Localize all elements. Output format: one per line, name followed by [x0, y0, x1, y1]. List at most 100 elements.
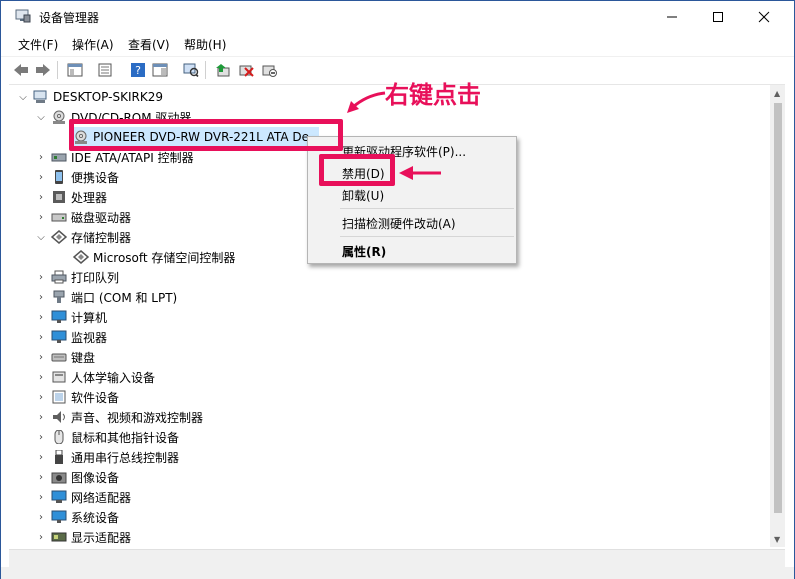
scroll-up-icon[interactable]: ▲: [774, 89, 780, 98]
tree-root[interactable]: ⌵ DESKTOP-SKIRK29: [17, 87, 163, 107]
scroll-down-icon[interactable]: ▼: [774, 535, 780, 544]
expand-arrow-icon[interactable]: ›: [35, 527, 47, 547]
expand-arrow-icon[interactable]: ›: [35, 487, 47, 507]
tree-item-storage-child[interactable]: Microsoft 存储空间控制器: [69, 247, 235, 267]
network-adapter-icon: [51, 490, 67, 504]
horizontal-scrollbar[interactable]: [9, 549, 785, 567]
annotation-arrow-icon: [399, 166, 441, 180]
tree-item-processor[interactable]: › 处理器: [35, 187, 107, 207]
expand-arrow-icon[interactable]: ›: [35, 187, 47, 207]
update-driver-icon[interactable]: [214, 61, 232, 79]
speaker-icon: [51, 410, 67, 424]
tree-root-label: DESKTOP-SKIRK29: [53, 90, 163, 104]
scroll-thumb[interactable]: [774, 103, 782, 513]
forward-icon[interactable]: [34, 61, 52, 79]
menu-file[interactable]: 文件(F): [18, 36, 58, 53]
expand-arrow-icon[interactable]: ›: [35, 347, 47, 367]
tree-item-label: 磁盘驱动器: [71, 210, 132, 225]
tree-item-ports[interactable]: › 端口 (COM 和 LPT): [35, 287, 177, 307]
tree-item-label: 网络适配器: [71, 490, 132, 505]
properties-icon[interactable]: [96, 61, 114, 79]
tree-item-imaging[interactable]: › 图像设备: [35, 467, 119, 487]
tree-item-monitor[interactable]: › 监视器: [35, 327, 107, 347]
annotation-right-click: 右键点击: [385, 80, 481, 109]
hid-icon: [51, 370, 67, 384]
tree-item-computer[interactable]: › 计算机: [35, 307, 107, 327]
expand-arrow-icon[interactable]: ›: [35, 367, 47, 387]
tree-item-label: 软件设备: [71, 390, 120, 405]
help-icon[interactable]: ?: [129, 61, 147, 79]
tree-item-storage[interactable]: ⌵ 存储控制器: [35, 227, 131, 247]
ide-controller-icon: [51, 150, 67, 164]
expand-arrow-icon[interactable]: ›: [35, 307, 47, 327]
tree-item-usb[interactable]: › 通用串行总线控制器: [35, 447, 179, 467]
expand-arrow-icon[interactable]: ›: [35, 287, 47, 307]
tree-item-software[interactable]: › 软件设备: [35, 387, 119, 407]
close-button[interactable]: [741, 1, 787, 32]
collapse-arrow-icon[interactable]: ⌵: [17, 87, 29, 107]
tree-item-label: 图像设备: [71, 470, 120, 485]
tree-item-label: 打印队列: [71, 270, 120, 285]
back-icon[interactable]: [12, 61, 30, 79]
printer-icon: [51, 270, 67, 284]
tree-item-hid[interactable]: › 人体学输入设备: [35, 367, 155, 387]
tree-item-label: 鼠标和其他指针设备: [71, 430, 180, 445]
port-icon: [51, 290, 67, 304]
highlight-device-box: [69, 119, 343, 151]
maximize-button[interactable]: [695, 1, 741, 32]
disk-drive-icon: [51, 210, 67, 224]
tree-item-label: 声音、视频和游戏控制器: [71, 410, 204, 425]
menu-separator: [340, 236, 514, 237]
expand-arrow-icon[interactable]: ›: [35, 147, 47, 167]
menu-action[interactable]: 操作(A): [72, 36, 114, 53]
show-hide-tree-icon[interactable]: [66, 61, 84, 79]
minimize-button[interactable]: [649, 1, 695, 32]
expand-arrow-icon[interactable]: ›: [35, 447, 47, 467]
tree-item-label: 计算机: [71, 310, 108, 325]
tree-item-label: 处理器: [71, 190, 108, 205]
window-title: 设备管理器: [39, 11, 100, 25]
tree-item-disk[interactable]: › 磁盘驱动器: [35, 207, 131, 227]
expand-arrow-icon[interactable]: ›: [35, 387, 47, 407]
monitor-icon: [51, 330, 67, 344]
expand-arrow-icon[interactable]: ›: [35, 267, 47, 287]
collapse-arrow-icon[interactable]: ⌵: [35, 227, 47, 247]
tree-item-system[interactable]: › 系统设备: [35, 507, 119, 527]
title-bar[interactable]: 设备管理器: [1, 1, 794, 33]
monitor-icon: [51, 310, 67, 324]
expand-arrow-icon[interactable]: ›: [35, 207, 47, 227]
tree-item-display[interactable]: › 显示适配器: [35, 527, 131, 547]
scan-hardware-icon[interactable]: [182, 61, 200, 79]
device-manager-window: 设备管理器 文件(F) 操作(A) 查看(V) 帮助(H) ? ⌵ DESKTO…: [0, 0, 795, 579]
expand-arrow-icon[interactable]: ›: [35, 427, 47, 447]
menu-bar: 文件(F) 操作(A) 查看(V) 帮助(H): [1, 33, 794, 55]
tree-item-portable[interactable]: › 便携设备: [35, 167, 119, 187]
context-menu-scan[interactable]: 扫描检测硬件改动(A): [342, 215, 456, 232]
camera-icon: [51, 470, 67, 484]
tree-item-label: 存储控制器: [71, 230, 132, 245]
context-menu-properties[interactable]: 属性(R): [342, 243, 386, 260]
expand-arrow-icon[interactable]: ›: [35, 467, 47, 487]
menu-help[interactable]: 帮助(H): [184, 36, 226, 53]
tree-item-sound[interactable]: › 声音、视频和游戏控制器: [35, 407, 203, 427]
software-device-icon: [51, 390, 67, 404]
tree-item-label: 显示适配器: [71, 530, 132, 545]
expand-arrow-icon[interactable]: ›: [35, 407, 47, 427]
collapse-arrow-icon[interactable]: ⌵: [35, 107, 47, 127]
action-pane-icon[interactable]: [151, 61, 169, 79]
device-manager-app-icon: [15, 9, 31, 23]
expand-arrow-icon[interactable]: ›: [35, 327, 47, 347]
uninstall-device-icon[interactable]: [237, 61, 255, 79]
close-icon: [758, 11, 770, 22]
tree-item-label: 系统设备: [71, 510, 120, 525]
tree-item-mouse[interactable]: › 鼠标和其他指针设备: [35, 427, 179, 447]
menu-separator: [340, 208, 514, 209]
tree-item-keyboard[interactable]: › 键盘: [35, 347, 95, 367]
expand-arrow-icon[interactable]: ›: [35, 507, 47, 527]
menu-view[interactable]: 查看(V): [128, 36, 170, 53]
disable-device-icon[interactable]: [260, 61, 278, 79]
tree-item-network[interactable]: › 网络适配器: [35, 487, 131, 507]
context-menu-uninstall[interactable]: 卸载(U): [342, 187, 384, 204]
tree-item-print-queue[interactable]: › 打印队列: [35, 267, 119, 287]
expand-arrow-icon[interactable]: ›: [35, 167, 47, 187]
